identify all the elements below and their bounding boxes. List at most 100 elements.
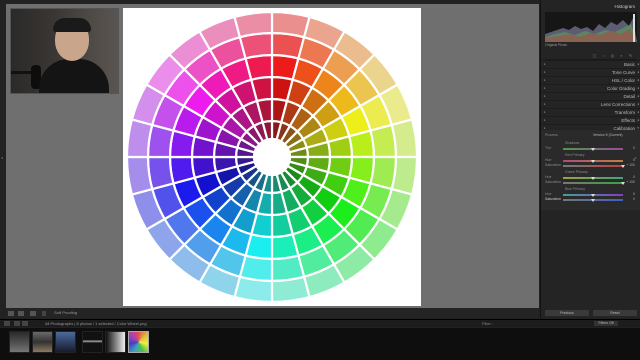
green-hue-value[interactable]: 0 <box>633 175 635 179</box>
soft-proofing-label: Soft Proofing <box>54 310 78 315</box>
green-saturation-knob[interactable] <box>621 182 625 185</box>
expand-icon: ◂ <box>637 110 639 114</box>
color-wheel-image <box>125 10 419 304</box>
panel-color-grading[interactable]: ▸ Color Grading ◂ <box>541 84 640 92</box>
color-wheel-segment <box>270 10 311 39</box>
panel-label: Transform <box>614 110 635 115</box>
shadows-label: Shadows <box>565 141 580 145</box>
right-panel-toggle-icon[interactable]: ▸ <box>635 155 637 160</box>
panel-switch-icon: ▸ <box>544 62 546 66</box>
left-panel-toggle-icon[interactable]: ◂ <box>1 155 3 160</box>
panel-label: Color Grading <box>606 86 635 91</box>
loupe-view-icon[interactable] <box>8 311 14 316</box>
green-hue-knob[interactable] <box>591 177 595 180</box>
expand-icon: ◂ <box>637 62 639 66</box>
blue-hue-label: Hue <box>545 192 552 196</box>
green-hue-label: Hue <box>545 175 552 179</box>
soft-proofing-checkbox[interactable] <box>42 311 46 316</box>
blue-saturation-knob[interactable] <box>591 199 595 202</box>
panel-switch-icon: ▸ <box>544 78 546 82</box>
red-saturation-slider[interactable] <box>563 165 623 167</box>
color-wheel-segment <box>233 275 274 304</box>
spot-removal-icon[interactable]: ○ <box>601 53 606 58</box>
panel-label: Effects <box>621 118 635 123</box>
filmstrip-breadcrumb[interactable]: All Photographs | 8 photos / 1 selected … <box>45 321 147 326</box>
panel-lens-corrections[interactable]: ▸ Lens Corrections ◂ <box>541 100 640 108</box>
panel-tone-curve[interactable]: ▸ Tone Curve ◂ <box>541 68 640 76</box>
develop-right-panel: Histogram Original Photo ▢ ○ ◎ ◐ ✎ ▸ Basi… <box>540 0 640 318</box>
process-select[interactable]: Version 5 (Current) <box>593 133 623 137</box>
thumbnail-3[interactable] <box>55 331 76 353</box>
color-wheel-segment <box>390 155 419 196</box>
filmstrip-header: All Photographs | 8 photos / 1 selected … <box>0 319 640 327</box>
expand-icon: ◂ <box>637 94 639 98</box>
thumbnail-4[interactable] <box>82 331 103 353</box>
reset-button[interactable]: Reset <box>593 310 637 316</box>
green-saturation-value[interactable]: + 100 <box>626 180 635 184</box>
color-wheel-segment <box>168 155 197 185</box>
thumbnail-5[interactable] <box>105 331 126 353</box>
shadows-tint-knob[interactable] <box>591 148 595 151</box>
crop-icon[interactable]: ▢ <box>592 53 597 58</box>
panel-effects[interactable]: ▸ Effects ◂ <box>541 116 640 124</box>
green-saturation-slider[interactable] <box>563 182 623 184</box>
masking-icon[interactable]: ◐ <box>619 53 624 58</box>
expand-icon: ◂ <box>637 70 639 74</box>
toolbar: Soft Proofing <box>6 309 539 318</box>
color-wheel-segment <box>270 275 311 304</box>
expand-icon: ◂ <box>637 102 639 106</box>
panel-hsl[interactable]: ▸ HSL / Color ◂ <box>541 76 640 84</box>
panel-detail[interactable]: ▸ Detail ◂ <box>541 92 640 100</box>
right-panel-buttons: Previous Reset <box>541 310 640 318</box>
color-wheel-segment <box>233 10 274 39</box>
panel-label: Basic <box>623 62 635 67</box>
process-label: Process <box>545 133 558 137</box>
green-sat-label: Saturation <box>545 180 561 184</box>
red-saturation-knob[interactable] <box>621 165 625 168</box>
color-wheel-segment <box>390 118 419 159</box>
blue-primary-label: Blue Primary <box>565 187 586 191</box>
filter-dropdown[interactable]: Filters Off <box>594 321 618 326</box>
color-wheel-segment <box>125 118 154 159</box>
blue-hue-value[interactable]: 0 <box>633 192 635 196</box>
panel-switch-icon: ▸ <box>544 86 546 90</box>
panel-switch-icon: ▸ <box>544 110 546 114</box>
photo-color-wheel[interactable] <box>123 8 421 306</box>
panel-basic[interactable]: ▸ Basic ◂ <box>541 60 640 68</box>
blue-saturation-value[interactable]: 0 <box>633 197 635 201</box>
panel-label: Detail <box>623 94 635 99</box>
grid-view-icon[interactable] <box>4 321 10 326</box>
panel-label: Tone Curve <box>611 70 635 75</box>
red-eye-icon[interactable]: ◎ <box>610 53 615 58</box>
panel-label: Lens Corrections <box>600 102 635 107</box>
back-arrow-icon[interactable] <box>14 321 20 326</box>
thumbnail-2[interactable] <box>32 331 53 353</box>
histogram-caption: Original Photo <box>545 43 568 47</box>
green-primary-label: Green Primary <box>565 170 588 174</box>
expand-icon: ◂ <box>637 118 639 122</box>
red-hue-knob[interactable] <box>591 160 595 163</box>
webcam-overlay <box>10 8 119 94</box>
calibration-panel: Process Version 5 (Current) Shadows Tint… <box>541 130 640 210</box>
thumbnail-6-selected[interactable] <box>128 331 149 353</box>
red-saturation-value[interactable]: + 100 <box>626 163 635 167</box>
before-after-icon[interactable] <box>18 311 24 316</box>
thumbnail-1[interactable] <box>9 331 30 353</box>
lightroom-window: Soft Proofing Histogram Original Photo ▢… <box>0 0 640 360</box>
blue-sat-label: Saturation <box>545 197 561 201</box>
brush-icon[interactable]: ✎ <box>628 53 633 58</box>
color-wheel-segment <box>244 53 274 82</box>
shadows-tint-value[interactable]: 0 <box>633 146 635 150</box>
compare-icon[interactable] <box>30 311 36 316</box>
red-hue-label: Hue <box>545 158 552 162</box>
histogram-title[interactable]: Histogram <box>541 4 640 12</box>
histogram <box>545 12 637 42</box>
previous-button[interactable]: Previous <box>545 310 589 316</box>
image-canvas[interactable] <box>6 4 539 308</box>
forward-arrow-icon[interactable] <box>22 321 28 326</box>
blue-hue-knob[interactable] <box>591 194 595 197</box>
panel-transform[interactable]: ▸ Transform ◂ <box>541 108 640 116</box>
panel-switch-icon: ▸ <box>544 94 546 98</box>
presenter-cap <box>53 18 91 32</box>
filter-label: Filter : <box>482 321 494 326</box>
